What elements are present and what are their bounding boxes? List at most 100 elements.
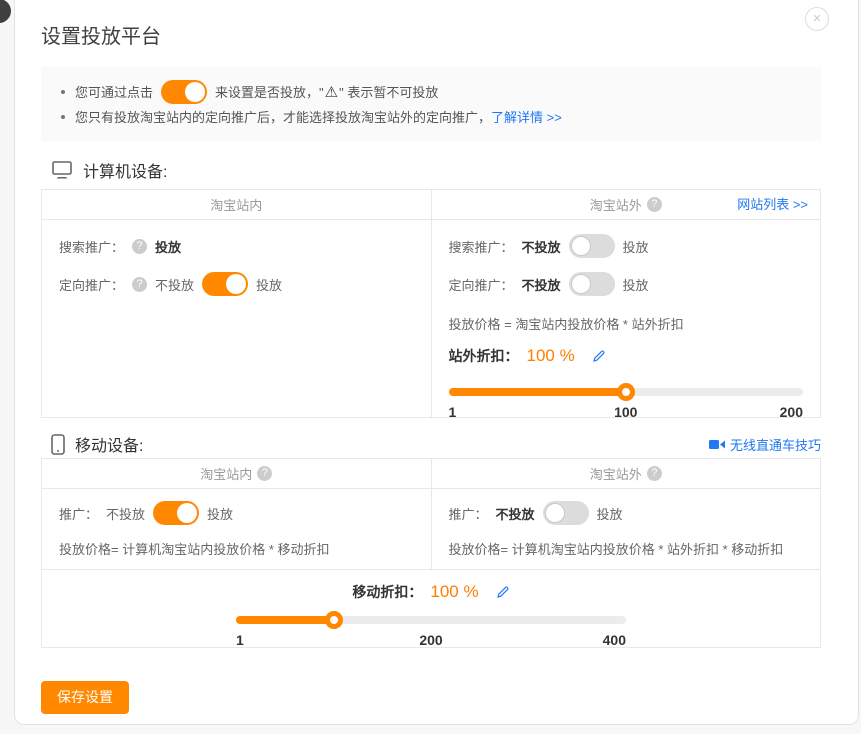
notice2-text: 您只有投放淘宝站内的定向推广后，才能选择投放淘宝站外的定向推广， <box>75 107 491 126</box>
mobile-table-header: 淘宝站内 ? 淘宝站外 ? <box>42 459 820 489</box>
mobile-table-body: 推广： 不投放 投放 投放价格= 计算机淘宝站内投放价格 * 移动折扣 推广： … <box>42 489 820 569</box>
offsite-target-label: 定向推广： <box>449 275 514 294</box>
offsite-target-on: 投放 <box>623 275 649 294</box>
mobile-discount-value: 100 % <box>430 582 478 602</box>
slider-fill <box>236 616 334 624</box>
slider-handle[interactable] <box>617 383 635 401</box>
mobile-discount-slider[interactable] <box>236 616 626 624</box>
help-icon[interactable]: ? <box>257 466 272 481</box>
corner-badge <box>0 0 11 23</box>
offsite-discount-value: 100 % <box>527 346 575 366</box>
tick-max: 400 <box>603 632 626 648</box>
target-off-label: 不投放 <box>155 275 194 294</box>
search-promo-row: 搜索推广： ? 投放 <box>59 234 414 258</box>
close-icon[interactable]: × <box>805 7 829 31</box>
help-icon[interactable]: ? <box>647 197 662 212</box>
offsite-price-formula: 投放价格 = 淘宝站内投放价格 * 站外折扣 <box>449 314 804 333</box>
computer-section-label: 计算机设备: <box>83 158 167 182</box>
onsite-header-label: 淘宝站内 <box>210 195 262 214</box>
mobile-offsite-promo-row: 推广： 不投放 投放 <box>449 501 804 525</box>
mobile-slider-ticks: 1 200 400 <box>236 632 626 648</box>
pencil-icon <box>495 585 510 600</box>
slider-fill <box>449 388 626 396</box>
edit-mobile-discount-button[interactable] <box>495 585 510 600</box>
header-cell-onsite: 淘宝站内 <box>42 190 431 219</box>
mobile-onsite-header-label: 淘宝站内 <box>200 464 252 483</box>
mobile-onsite-on-label: 投放 <box>207 504 233 523</box>
bullet-dot <box>61 90 65 94</box>
offsite-slider-ticks: 1 100 200 <box>449 404 804 420</box>
computer-icon <box>51 161 73 180</box>
toggle-knob <box>177 503 197 523</box>
mobile-offsite-off-label: 不投放 <box>496 504 535 523</box>
pencil-icon <box>591 349 606 364</box>
help-icon[interactable]: ? <box>132 277 147 292</box>
toggle-knob <box>226 274 246 294</box>
mobile-discount-row: 移动折扣： 100 % 1 200 400 <box>42 569 820 647</box>
offsite-search-off: 不投放 <box>522 237 561 256</box>
save-settings-button[interactable]: 保存设置 <box>41 681 129 714</box>
bullet-dot <box>61 115 65 119</box>
mobile-section-header: 移动设备: 无线直通车技巧 <box>41 432 821 456</box>
offsite-header-label: 淘宝站外 <box>590 195 642 214</box>
mobile-offsite-price-formula: 投放价格= 计算机淘宝站内投放价格 * 站外折扣 * 移动折扣 <box>449 539 804 558</box>
search-promo-label: 搜索推广： <box>59 237 124 256</box>
tick-mid: 100 <box>614 404 637 420</box>
tick-max: 200 <box>780 404 803 420</box>
mobile-header-cell-onsite: 淘宝站内 ? <box>42 459 431 488</box>
search-promo-state: 投放 <box>155 237 181 256</box>
tick-min: 1 <box>236 632 244 648</box>
mobile-onsite-promo-row: 推广： 不投放 投放 <box>59 501 414 525</box>
notice1-post: " 表示暂不可投放 <box>339 82 438 101</box>
header-cell-offsite: 淘宝站外 ? 网站列表 >> <box>431 190 821 219</box>
target-promo-label: 定向推广： <box>59 275 124 294</box>
mobile-offsite-cell: 推广： 不投放 投放 投放价格= 计算机淘宝站内投放价格 * 站外折扣 * 移动… <box>431 489 821 569</box>
notice-line-2: 您只有投放淘宝站内的定向推广后，才能选择投放淘宝站外的定向推广， 了解详情 >> <box>61 104 801 129</box>
mobile-section-label: 移动设备: <box>75 432 143 456</box>
mobile-onsite-promo-label: 推广： <box>59 504 98 523</box>
toggle-knob <box>571 236 591 256</box>
mobile-header-cell-offsite: 淘宝站外 ? <box>431 459 821 488</box>
mobile-slider-wrap: 1 200 400 <box>236 616 626 648</box>
notice1-pre: 您可通过点击 <box>75 82 153 101</box>
desktop-table: 淘宝站内 淘宝站外 ? 网站列表 >> 搜索推广： ? 投放 定向推广： ? 不… <box>41 189 821 418</box>
help-icon[interactable]: ? <box>647 466 662 481</box>
mobile-onsite-cell: 推广： 不投放 投放 投放价格= 计算机淘宝站内投放价格 * 移动折扣 <box>42 489 431 569</box>
desktop-offsite-cell: 搜索推广： 不投放 投放 定向推广： 不投放 投放 投放价格 = 淘宝站内投放价… <box>431 220 821 417</box>
edit-offsite-discount-button[interactable] <box>591 349 606 364</box>
notice-box: 您可通过点击 来设置是否投放，" ⚠ " 表示暂不可投放 您只有投放淘宝站内的定… <box>41 67 821 141</box>
notice1-mid: 来设置是否投放，" <box>215 82 324 101</box>
mobile-offsite-header-label: 淘宝站外 <box>590 464 642 483</box>
offsite-discount-slider[interactable] <box>449 388 804 396</box>
warning-icon: ⚠ <box>325 83 338 101</box>
offsite-search-toggle[interactable] <box>569 234 615 258</box>
mobile-discount-label: 移动折扣： <box>352 582 422 602</box>
demo-toggle[interactable] <box>161 80 207 104</box>
offsite-target-toggle[interactable] <box>569 272 615 296</box>
mobile-offsite-promo-toggle[interactable] <box>543 501 589 525</box>
slider-handle[interactable] <box>325 611 343 629</box>
target-promo-row: 定向推广： ? 不投放 投放 <box>59 272 414 296</box>
site-list-link[interactable]: 网站列表 >> <box>737 190 808 220</box>
target-promo-toggle[interactable] <box>202 272 248 296</box>
mobile-discount-line: 移动折扣： 100 % <box>42 582 820 602</box>
desktop-onsite-cell: 搜索推广： ? 投放 定向推广： ? 不投放 投放 <box>42 220 431 417</box>
toggle-knob <box>185 82 205 102</box>
tick-mid: 200 <box>419 632 442 648</box>
toggle-knob <box>545 503 565 523</box>
video-icon <box>709 439 725 450</box>
mobile-offsite-promo-label: 推广： <box>449 504 488 523</box>
help-icon[interactable]: ? <box>132 239 147 254</box>
wireless-tips-link[interactable]: 无线直通车技巧 <box>730 435 821 454</box>
set-platform-dialog: × 设置投放平台 您可通过点击 来设置是否投放，" ⚠ " 表示暂不可投放 您只… <box>14 0 859 725</box>
mobile-onsite-promo-toggle[interactable] <box>153 501 199 525</box>
offsite-search-on: 投放 <box>623 237 649 256</box>
learn-more-link[interactable]: 了解详情 >> <box>491 107 562 126</box>
offsite-target-off: 不投放 <box>522 275 561 294</box>
desktop-table-body: 搜索推广： ? 投放 定向推广： ? 不投放 投放 搜索推广： 不投放 投放 <box>42 220 820 417</box>
mobile-onsite-price-formula: 投放价格= 计算机淘宝站内投放价格 * 移动折扣 <box>59 539 414 558</box>
offsite-search-row: 搜索推广： 不投放 投放 <box>449 234 804 258</box>
mobile-table: 淘宝站内 ? 淘宝站外 ? 推广： 不投放 投放 投放价格= 计算机淘宝站内投放… <box>41 458 821 648</box>
mobile-offsite-on-label: 投放 <box>597 504 623 523</box>
offsite-discount-label: 站外折扣： <box>449 346 519 366</box>
